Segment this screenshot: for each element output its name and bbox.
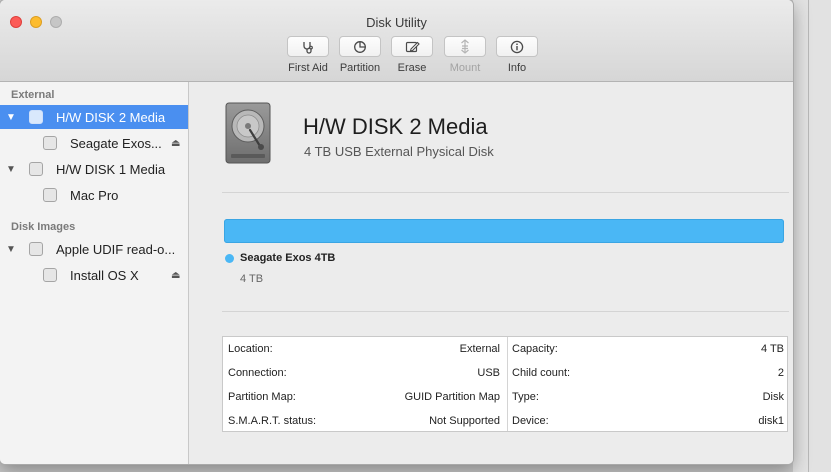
external-disk-icon — [29, 110, 43, 124]
volume-disk-icon — [43, 268, 57, 282]
partition-size: 4 TB — [240, 273, 264, 285]
info-key: Partition Map: — [228, 391, 296, 403]
info-row-device: Device: disk1 — [512, 409, 784, 433]
info-key: Device: — [512, 415, 549, 427]
erase-icon — [405, 41, 420, 52]
disclosure-triangle-icon[interactable]: ▼ — [6, 112, 16, 123]
sidebar-header-disk-images: Disk Images — [11, 221, 76, 233]
volume-disk-icon — [43, 188, 57, 202]
titlebar: Disk Utility First Aid Partition Erase M… — [0, 0, 793, 82]
window-title: Disk Utility — [366, 15, 427, 30]
info-value: 2 — [777, 367, 784, 379]
divider — [222, 192, 789, 193]
detail-pane: H/W DISK 2 Media 4 TB USB External Physi… — [189, 82, 793, 464]
sidebar-item-label: Apple UDIF read-o... — [56, 241, 176, 257]
mount-button[interactable]: Mount — [439, 36, 491, 76]
sidebar-item-label: H/W DISK 1 Media — [56, 161, 166, 177]
background-window — [793, 0, 831, 472]
info-value: USB — [477, 367, 500, 379]
sidebar-item-mac-pro[interactable]: Mac Pro — [0, 183, 188, 207]
disclosure-triangle-icon[interactable]: ▼ — [6, 164, 16, 175]
sidebar-header-external: External — [11, 89, 55, 101]
erase-button[interactable]: Erase — [386, 36, 438, 76]
partition-label: Partition — [339, 62, 381, 74]
info-value: 4 TB — [760, 343, 784, 355]
disk-utility-window: Disk Utility First Aid Partition Erase M… — [0, 0, 793, 464]
background-window-edge — [808, 0, 809, 472]
disk-title: H/W DISK 2 Media — [303, 114, 488, 139]
mount-icon — [461, 39, 469, 54]
first-aid-button[interactable]: First Aid — [282, 36, 334, 76]
disk-image-icon — [29, 242, 43, 256]
info-icon — [510, 40, 524, 53]
info-row-type: Type: Disk — [512, 385, 784, 409]
sidebar-item-seagate-exos[interactable]: Seagate Exos... ⏏ — [0, 131, 188, 155]
stethoscope-icon — [303, 41, 313, 54]
sidebar-item-hw-disk-1-media[interactable]: ▼ H/W DISK 1 Media — [0, 157, 188, 181]
info-value: GUID Partition Map — [404, 391, 500, 403]
info-row-partition-map: Partition Map: GUID Partition Map — [228, 385, 500, 409]
info-key: Capacity: — [512, 343, 558, 355]
disk-info-table: Location: External Connection: USB Parti… — [222, 336, 788, 432]
first-aid-label: First Aid — [288, 62, 328, 74]
info-value: External — [459, 343, 500, 355]
disclosure-triangle-icon[interactable]: ▼ — [6, 244, 16, 255]
sidebar-item-install-os-x[interactable]: Install OS X ⏏ — [0, 263, 188, 287]
pie-partition-icon — [354, 40, 366, 53]
column-divider — [507, 337, 508, 431]
info-value: disk1 — [758, 415, 784, 427]
sidebar-item-label: Seagate Exos... — [70, 135, 162, 151]
info-row-child-count: Child count: 2 — [512, 361, 784, 385]
erase-label: Erase — [397, 62, 427, 74]
sidebar: External ▼ H/W DISK 2 Media Seagate Exos… — [0, 82, 189, 464]
info-key: Type: — [512, 391, 539, 403]
partition-name: Seagate Exos 4TB — [240, 252, 336, 264]
info-button[interactable]: Info — [491, 36, 543, 76]
info-value: Disk — [762, 391, 784, 403]
info-key: S.M.A.R.T. status: — [228, 415, 317, 427]
info-row-location: Location: External — [228, 337, 500, 361]
info-key: Connection: — [228, 367, 287, 379]
partition-color-dot — [225, 254, 234, 263]
partition-usage-bar[interactable] — [224, 219, 784, 243]
volume-disk-icon — [43, 136, 57, 150]
sidebar-item-label: Mac Pro — [70, 187, 119, 203]
hard-disk-icon — [225, 102, 271, 164]
info-key: Location: — [228, 343, 273, 355]
info-value: Not Supported — [429, 415, 500, 427]
info-label: Info — [507, 62, 527, 74]
info-row-capacity: Capacity: 4 TB — [512, 337, 784, 361]
divider — [222, 311, 789, 312]
external-disk-icon — [29, 162, 43, 176]
sidebar-item-hw-disk-2-media[interactable]: ▼ H/W DISK 2 Media — [0, 105, 188, 129]
partition-button[interactable]: Partition — [334, 36, 386, 76]
mount-label: Mount — [449, 62, 481, 74]
info-row-connection: Connection: USB — [228, 361, 500, 385]
eject-icon[interactable]: ⏏ — [171, 138, 180, 149]
disk-subtitle: 4 TB USB External Physical Disk — [304, 144, 494, 159]
eject-icon[interactable]: ⏏ — [171, 270, 180, 281]
sidebar-item-apple-udif[interactable]: ▼ Apple UDIF read-o... — [0, 237, 188, 261]
info-row-smart-status: S.M.A.R.T. status: Not Supported — [228, 409, 500, 433]
sidebar-item-label: H/W DISK 2 Media — [56, 109, 166, 125]
info-key: Child count: — [512, 367, 571, 379]
sidebar-item-label: Install OS X — [70, 267, 139, 283]
